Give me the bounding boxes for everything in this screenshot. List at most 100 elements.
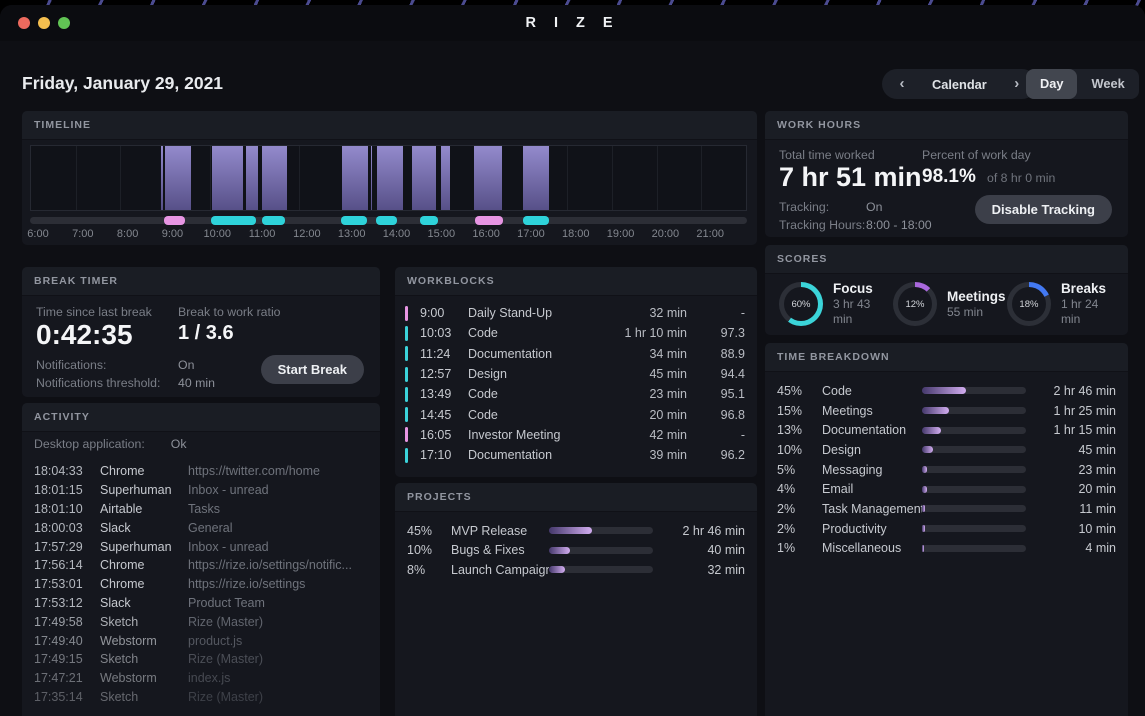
notifications-value: On	[178, 358, 194, 372]
workblock-name: Daily Stand-Up	[468, 306, 592, 320]
breakdown-percent: 2%	[777, 522, 822, 536]
calendar-button[interactable]: Calendar	[932, 77, 987, 92]
timeline-tick-label: 7:00	[72, 228, 93, 240]
workblock-time: 11:24	[420, 347, 468, 361]
desktop-app-value: Ok	[171, 437, 187, 451]
timeline-gridline	[567, 146, 568, 210]
meeting-chip	[405, 427, 408, 442]
workblocks-list: 9:00Daily Stand-Up32 min-10:03Code1 hr 1…	[405, 303, 745, 465]
timeline-tick-label: 10:00	[203, 228, 231, 240]
activity-time: 18:01:15	[34, 483, 100, 497]
activity-row: 18:01:10AirtableTasks	[34, 500, 370, 519]
timeline-gridline	[299, 146, 300, 210]
timeline-work-bar	[523, 146, 550, 210]
focus-chip	[405, 407, 408, 422]
desktop-app-label: Desktop application:	[34, 437, 145, 451]
score-text: Focus3 hr 43 min	[833, 281, 893, 327]
work-hours-panel: WORK HOURS Total time worked 7 hr 51 min…	[765, 111, 1128, 237]
timeline-gridline	[701, 146, 702, 210]
activity-row: 17:53:01Chromehttps://rize.io/settings	[34, 575, 370, 594]
activity-detail: https://twitter.com/home	[188, 464, 370, 478]
workblock-name: Investor Meeting	[468, 428, 592, 442]
workblock-time: 9:00	[420, 306, 468, 320]
work-hours-header: WORK HOURS	[765, 111, 1128, 140]
activity-row: 17:56:14Chromehttps://rize.io/settings/n…	[34, 556, 370, 575]
timeline-work-bar	[212, 146, 243, 210]
timeline-panel: TIMELINE 6:007:008:009:0010:0011:0012:00…	[22, 111, 757, 245]
tab-day[interactable]: Day	[1026, 69, 1077, 99]
project-row: 45%MVP Release2 hr 46 min	[407, 521, 745, 541]
activity-detail: https://rize.io/settings/notific...	[188, 558, 370, 572]
activity-app: Chrome	[100, 464, 188, 478]
breakdown-bar-track	[922, 446, 1026, 453]
workblock-duration: 39 min	[592, 448, 687, 462]
timeline-tick-label: 12:00	[293, 228, 321, 240]
activity-time: 17:57:29	[34, 540, 100, 554]
workblocks-header: WORKBLOCKS	[395, 267, 757, 296]
activity-panel: ACTIVITY Desktop application: Ok 18:04:3…	[22, 403, 380, 716]
break-timer-panel: BREAK TIMER Time since last break 0:42:3…	[22, 267, 380, 397]
project-duration: 32 min	[653, 563, 745, 577]
breakdown-bar-track	[922, 505, 1026, 512]
project-duration: 2 hr 46 min	[653, 524, 745, 538]
activity-detail: Rize (Master)	[188, 615, 370, 629]
timeline-header: TIMELINE	[22, 111, 757, 140]
workblock-score: 96.8	[687, 408, 745, 422]
disable-tracking-button[interactable]: Disable Tracking	[975, 195, 1112, 224]
breakdown-bar-fill	[922, 407, 949, 414]
activity-time: 17:53:01	[34, 577, 100, 591]
tab-week[interactable]: Week	[1077, 69, 1138, 99]
activity-row: 17:57:29SuperhumanInbox - unread	[34, 537, 370, 556]
workblock-score: 95.1	[687, 387, 745, 401]
activity-detail: General	[188, 521, 370, 535]
focus-gauge: 60%	[779, 282, 823, 326]
workblock-time: 12:57	[420, 367, 468, 381]
workblock-duration: 45 min	[592, 367, 687, 381]
timeline-focus-segment	[211, 216, 256, 225]
activity-detail: Tasks	[188, 502, 370, 516]
activity-row: 17:49:40Webstormproduct.js	[34, 631, 370, 650]
total-time-value: 7 hr 51 min	[779, 162, 922, 193]
timeline-meeting-segment	[164, 216, 184, 225]
timeline-work-bar	[474, 146, 502, 210]
activity-app: Slack	[100, 596, 188, 610]
score-name: Breaks	[1061, 281, 1118, 297]
breakdown-row: 2%Productivity10 min	[777, 519, 1116, 539]
start-break-button[interactable]: Start Break	[261, 355, 364, 384]
breakdown-duration: 1 hr 25 min	[1026, 404, 1116, 418]
project-row: 10%Bugs & Fixes40 min	[407, 541, 745, 561]
breakdown-duration: 45 min	[1026, 443, 1116, 457]
timeline-focus-segment	[262, 216, 285, 225]
chevron-left-icon[interactable]: ‹	[888, 69, 916, 99]
workblock-duration: 23 min	[592, 387, 687, 401]
activity-app: Chrome	[100, 577, 188, 591]
score-meetings: 12%Meetings55 min	[893, 282, 1007, 326]
workblock-name: Design	[468, 367, 592, 381]
tracking-value: On	[866, 200, 882, 214]
timeline-gridline	[657, 146, 658, 210]
breaks-gauge: 18%	[1007, 282, 1051, 326]
breakdown-bar-fill	[922, 486, 927, 493]
workblock-row: 11:24Documentation34 min88.9	[405, 344, 745, 364]
breakdown-name: Productivity	[822, 522, 922, 536]
timeline-tick-label: 16:00	[472, 228, 500, 240]
activity-time: 17:49:15	[34, 652, 100, 666]
workblock-score: -	[687, 428, 745, 442]
score-name: Focus	[833, 281, 893, 297]
timeline-axis-labels: 6:007:008:009:0010:0011:0012:0013:0014:0…	[30, 228, 747, 242]
timeline-tick-label: 11:00	[249, 228, 276, 240]
breakdown-percent: 4%	[777, 482, 822, 496]
time-breakdown-list: 45%Code2 hr 46 min15%Meetings1 hr 25 min…	[777, 381, 1116, 558]
activity-time: 17:35:14	[34, 690, 100, 704]
gauge-percent: 60%	[784, 287, 818, 321]
activity-time: 17:49:58	[34, 615, 100, 629]
timeline-work-bar	[262, 146, 286, 210]
timeline-meeting-segment	[475, 216, 503, 225]
breakdown-bar-fill	[922, 427, 941, 434]
tracking-label: Tracking:	[779, 200, 829, 214]
activity-body: Desktop application: Ok 18:04:33Chromeht…	[34, 437, 370, 706]
breakdown-percent: 15%	[777, 404, 822, 418]
calendar-nav: ‹ Calendar ›	[882, 69, 1037, 99]
breakdown-bar-fill	[922, 446, 933, 453]
breakdown-percent: 45%	[777, 384, 822, 398]
